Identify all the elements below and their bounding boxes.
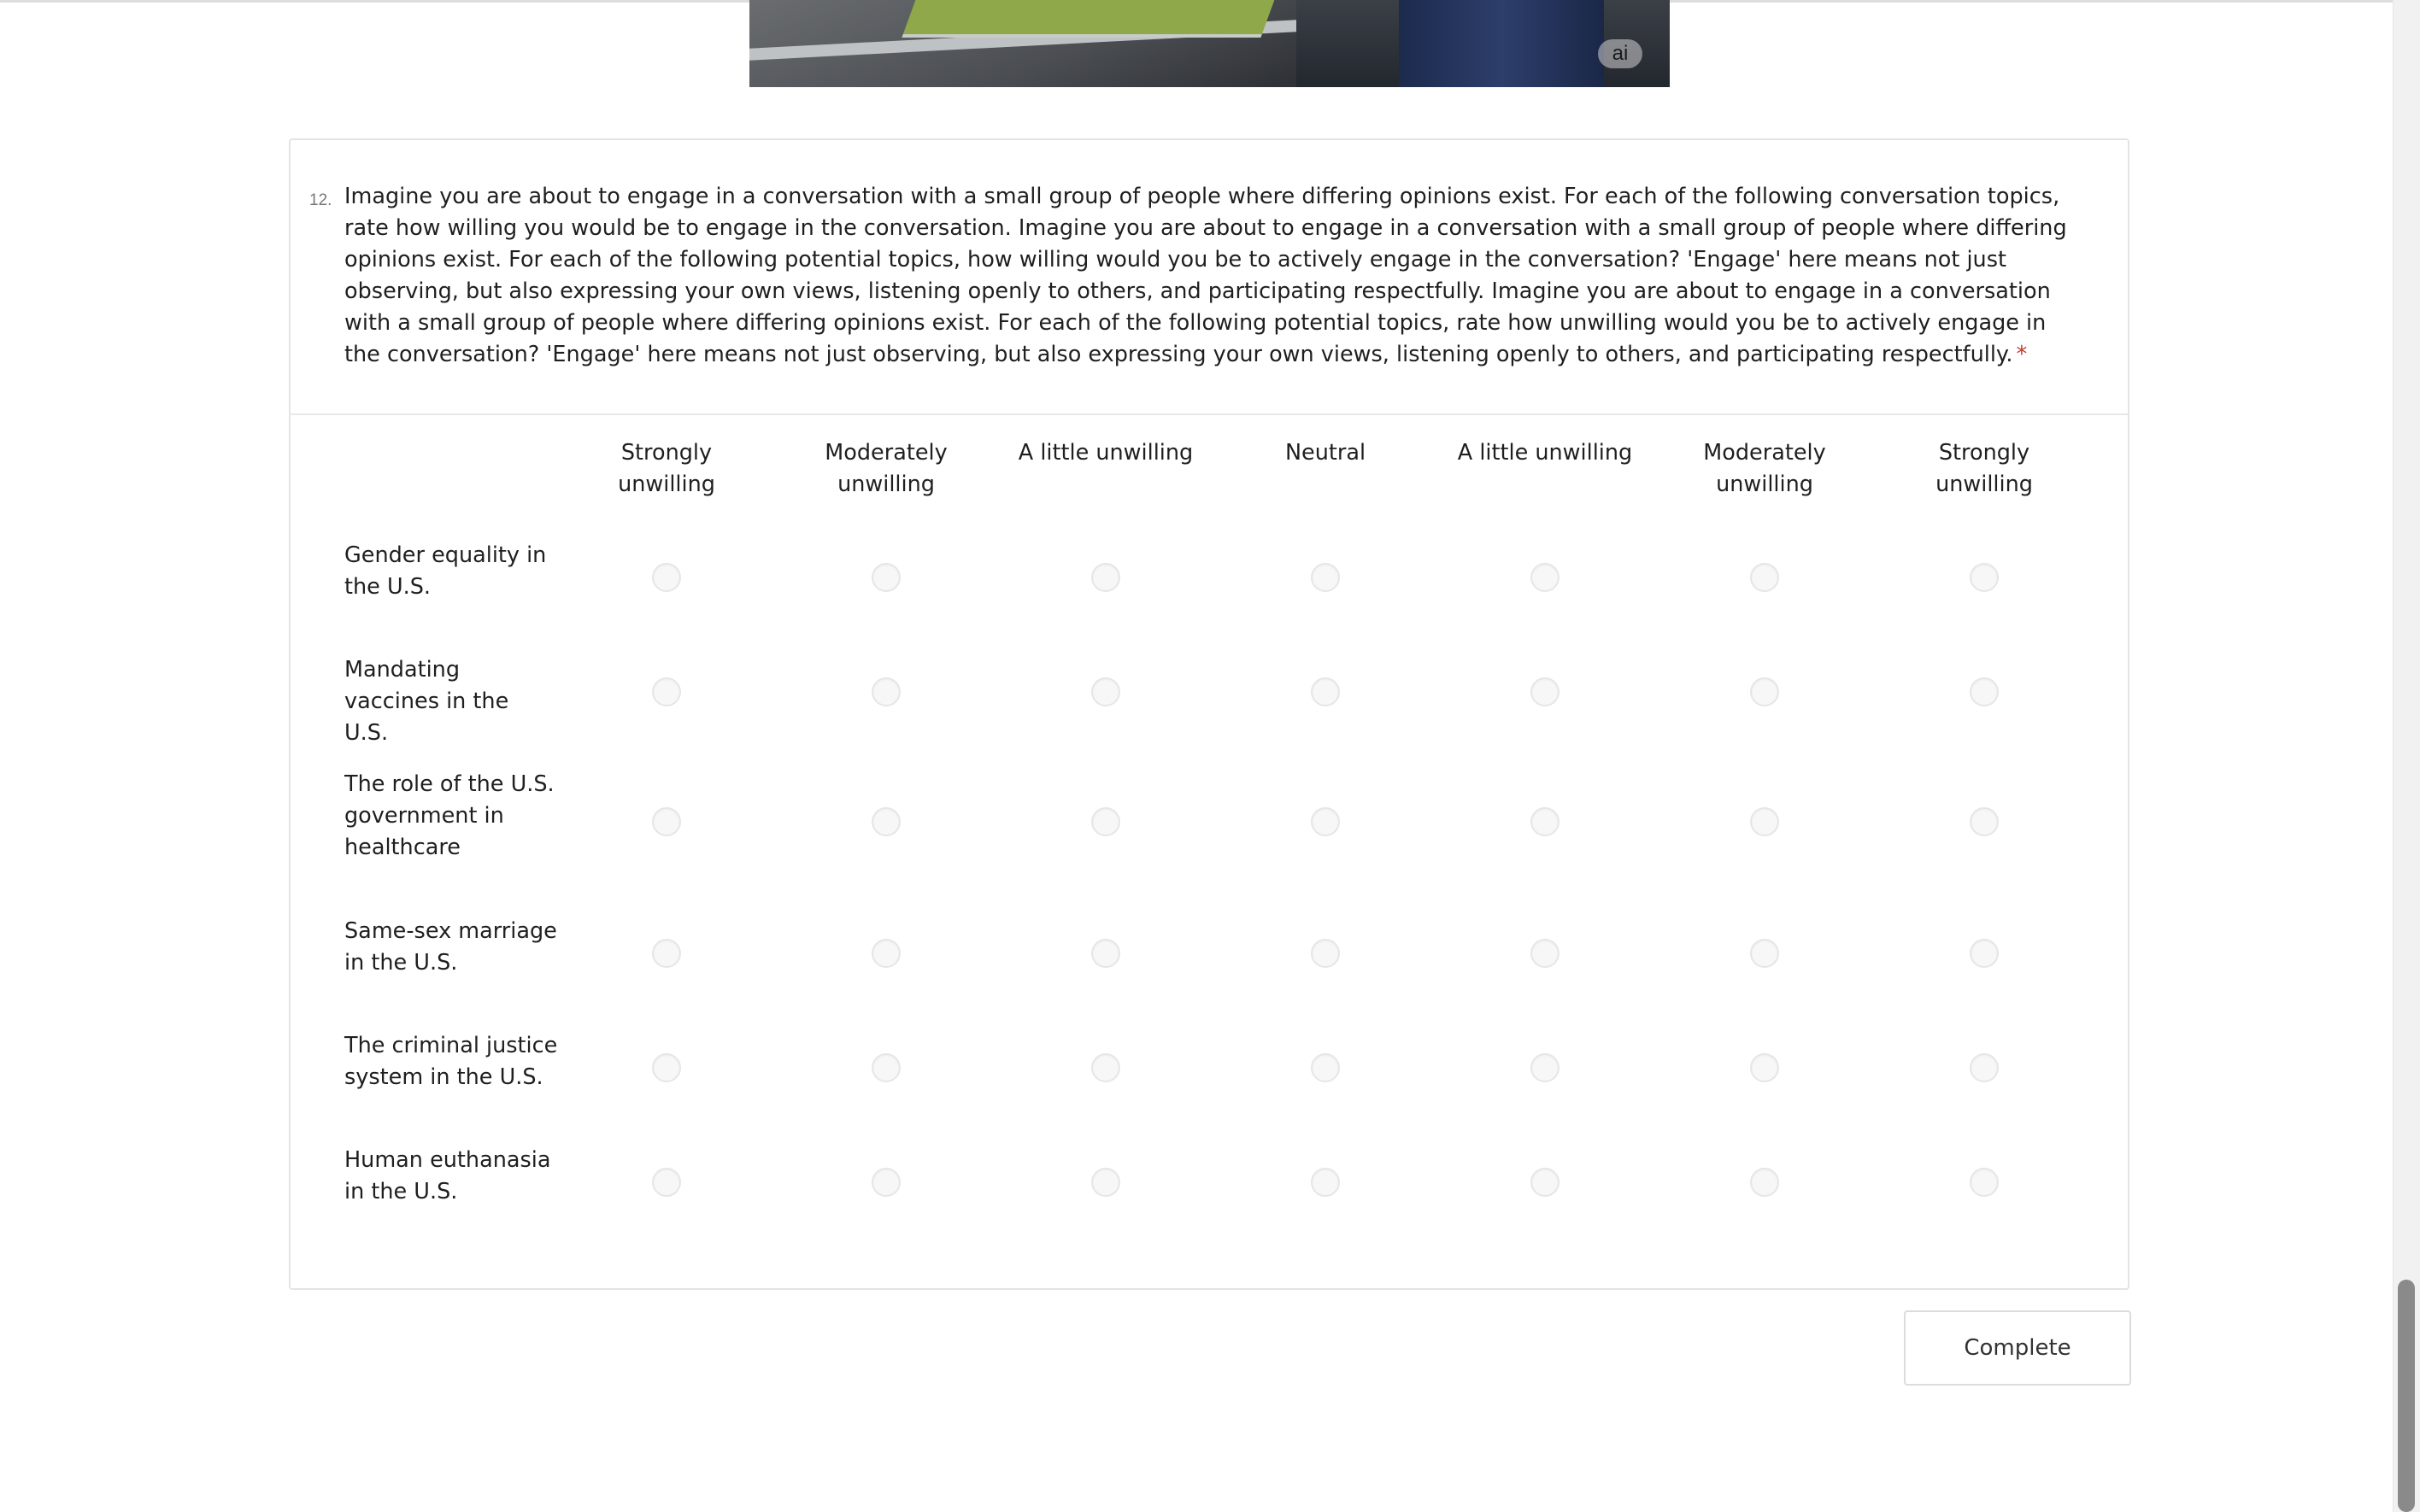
column-header: Strongly unwilling [1935,440,2033,497]
rating-radio[interactable] [652,563,681,592]
rating-radio[interactable] [1311,1168,1340,1197]
column-header: Moderately unwilling [1703,440,1826,497]
row-label: The criminal justice system in the U.S. [344,1033,558,1090]
question-image: ai [749,0,1670,87]
complete-button[interactable]: Complete [1904,1310,2131,1386]
question-header: 12. Imagine you are about to engage in a… [291,140,2128,415]
rating-radio[interactable] [652,1168,681,1197]
rating-radio[interactable] [1530,807,1559,836]
rating-radio[interactable] [652,677,681,706]
rating-radio[interactable] [1530,563,1559,592]
rating-radio[interactable] [1970,1053,1999,1082]
rating-radio[interactable] [1970,677,1999,706]
rating-radio[interactable] [872,939,901,968]
rating-radio[interactable] [1091,939,1120,968]
rating-radio[interactable] [652,807,681,836]
rating-radio[interactable] [872,563,901,592]
rating-radio[interactable] [1750,1053,1779,1082]
required-marker: * [2016,342,2028,367]
rating-radio[interactable] [1311,563,1340,592]
rating-radio[interactable] [1091,677,1120,706]
question-text: Imagine you are about to engage in a con… [344,181,2088,371]
rating-radio[interactable] [1091,563,1120,592]
matrix-question-card: 12. Imagine you are about to engage in a… [289,138,2129,1290]
rating-radio[interactable] [1750,939,1779,968]
rating-radio[interactable] [1750,563,1779,592]
rating-radio[interactable] [1970,939,1999,968]
rating-matrix: Strongly unwilling Moderately unwilling … [291,415,2128,1290]
rating-radio[interactable] [1311,1053,1340,1082]
row-label: Same-sex marriage in the U.S. [344,918,557,976]
scrollbar-thumb[interactable] [2398,1280,2415,1512]
rating-radio[interactable] [1091,807,1120,836]
rating-radio[interactable] [1970,563,1999,592]
row-label: Mandating vaccines in the U.S. [344,657,509,746]
rating-radio[interactable] [1530,1053,1559,1082]
rating-radio[interactable] [1970,807,1999,836]
row-label: Human euthanasia in the U.S. [344,1147,551,1204]
rating-radio[interactable] [652,1053,681,1082]
survey-page: ai 12. Imagine you are about to engage i… [0,0,2420,1512]
image-person [1399,0,1604,87]
row-label: The role of the U.S. government in healt… [344,771,555,860]
rating-radio[interactable] [872,807,901,836]
ai-badge: ai [1598,39,1642,68]
rating-radio[interactable] [1091,1168,1120,1197]
rating-radio[interactable] [1311,807,1340,836]
rating-radio[interactable] [652,939,681,968]
question-text-body: Imagine you are about to engage in a con… [344,184,2067,367]
rating-radio[interactable] [1530,939,1559,968]
row-label: Gender equality in the U.S. [344,542,547,600]
image-folder [902,0,1281,38]
rating-radio[interactable] [872,1168,901,1197]
rating-radio[interactable] [1750,1168,1779,1197]
rating-radio[interactable] [1750,677,1779,706]
column-header: A little unwilling [1018,440,1194,466]
column-header: Strongly unwilling [618,440,715,497]
rating-radio[interactable] [1970,1168,1999,1197]
rating-radio[interactable] [872,1053,901,1082]
rating-radio[interactable] [1091,1053,1120,1082]
rating-radio[interactable] [1530,1168,1559,1197]
rating-radio[interactable] [1311,939,1340,968]
column-header: Moderately unwilling [825,440,948,497]
column-header: A little unwilling [1457,440,1633,466]
rating-radio[interactable] [1530,677,1559,706]
rating-radio[interactable] [872,677,901,706]
question-number: 12. [309,191,332,209]
column-header: Neutral [1284,440,1366,466]
rating-radio[interactable] [1311,677,1340,706]
rating-radio[interactable] [1750,807,1779,836]
